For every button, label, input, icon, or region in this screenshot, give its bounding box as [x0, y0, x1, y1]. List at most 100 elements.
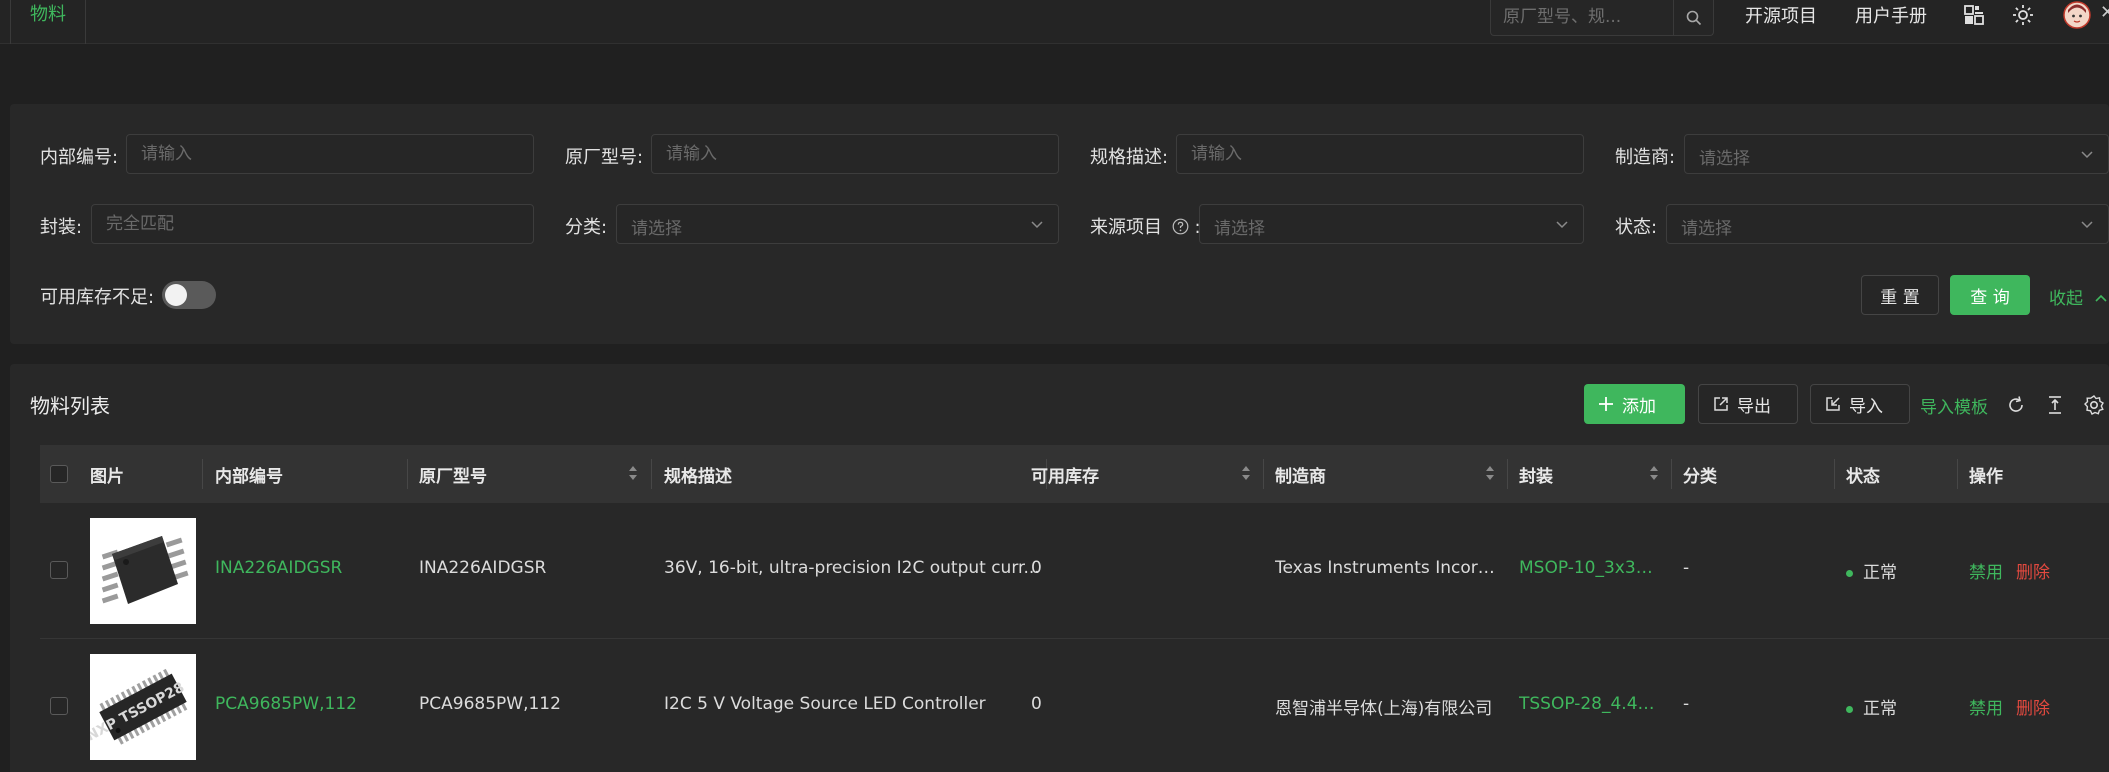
column-divider	[202, 459, 203, 489]
manufacturer-select[interactable]: 请选择	[1684, 134, 2109, 174]
manufacturer-placeholder: 请选择	[1699, 149, 1750, 169]
source-project-select[interactable]: 请选择	[1199, 204, 1584, 244]
plus-icon	[1599, 397, 1613, 411]
row-checkbox[interactable]	[50, 561, 68, 579]
chevron-down-icon	[2081, 151, 2093, 159]
status-dot	[1846, 705, 1853, 713]
category-select[interactable]: 请选择	[616, 204, 1059, 244]
status-text: 正常	[1863, 699, 1897, 719]
part-image[interactable]: NXP TSSOP28	[84, 654, 196, 760]
sort-icon[interactable]	[1649, 464, 1659, 482]
tab-materials[interactable]: 物料	[10, 0, 86, 44]
column-divider	[407, 459, 408, 489]
sort-icon[interactable]	[1485, 464, 1495, 482]
mfr-part-label: 原厂型号:	[565, 147, 644, 168]
source-project-placeholder: 请选择	[1214, 219, 1265, 239]
category-placeholder: 请选择	[631, 219, 682, 239]
status-placeholder: 请选择	[1681, 219, 1732, 239]
th-spec: 规格描述	[664, 467, 732, 487]
status-select[interactable]: 请选择	[1666, 204, 2109, 244]
sun-icon[interactable]	[2011, 3, 2035, 27]
mfr-part-cell: PCA9685PW,112	[419, 694, 561, 714]
disable-button[interactable]: 禁用	[1969, 558, 2003, 583]
search-button[interactable]	[1673, 0, 1713, 35]
select-all-checkbox[interactable]	[50, 465, 68, 483]
category-cell: -	[1683, 694, 1690, 714]
disable-button[interactable]: 禁用	[1969, 694, 2003, 719]
top-bar: 物料 开源项目 用户手册 ✕	[0, 0, 2109, 44]
close-icon[interactable]: ✕	[2100, 2, 2109, 23]
gear-icon[interactable]	[2083, 394, 2105, 416]
package-link[interactable]: MSOP-10_3x3m...	[1519, 558, 1664, 578]
chevron-up-icon	[2095, 294, 2107, 302]
th-manufacturer: 制造商	[1275, 467, 1326, 487]
status-dot	[1846, 569, 1853, 577]
user-manual-link[interactable]: 用户手册	[1855, 2, 1927, 28]
table-row: NXP TSSOP28 PCA9685PW,112 PCA9685PW,112 …	[40, 639, 2109, 772]
chip-tssop-image: NXP TSSOP28	[84, 668, 188, 745]
table-header: 图片 内部编号 原厂型号 规格描述 可用库存 制造商 封装 分类 状态 操作	[40, 445, 2109, 503]
source-project-label: 来源项目 :	[1090, 213, 1201, 239]
export-icon	[1714, 397, 1728, 411]
reset-button[interactable]: 重 置	[1861, 275, 1939, 315]
manufacturer-cell: Texas Instruments Incorpor...	[1275, 558, 1501, 578]
collapse-link[interactable]: 收起	[2049, 284, 2108, 309]
column-divider	[1834, 459, 1835, 489]
th-actions: 操作	[1969, 467, 2003, 487]
global-search-input[interactable]	[1503, 5, 1663, 29]
help-icon[interactable]	[1172, 218, 1189, 235]
column-divider	[1263, 459, 1264, 489]
refresh-icon[interactable]	[2006, 395, 2026, 415]
import-template-link[interactable]: 导入模板	[1920, 393, 1988, 418]
source-project-label-text: 来源项目	[1090, 217, 1162, 238]
export-label: 导出	[1737, 396, 1771, 417]
internal-no-link[interactable]: INA226AIDGSR	[215, 558, 395, 578]
manufacturer-label: 制造商:	[1615, 147, 1676, 168]
package-link[interactable]: TSSOP-28_4.4x9....	[1519, 694, 1664, 714]
stock-cell: 0	[1031, 694, 1042, 714]
import-button[interactable]: 导入	[1810, 384, 1910, 424]
row-checkbox[interactable]	[50, 697, 68, 715]
internal-no-input[interactable]	[126, 134, 534, 174]
stock-cell: 0	[1031, 558, 1042, 578]
sort-icon[interactable]	[628, 464, 638, 482]
mfr-part-cell: INA226AIDGSR	[419, 558, 547, 578]
low-stock-label: 可用库存不足:	[40, 287, 155, 308]
manufacturer-cell: 恩智浦半导体(上海)有限公司	[1275, 699, 1493, 719]
status-label: 状态:	[1615, 217, 1658, 238]
chevron-down-icon	[1556, 221, 1568, 229]
internal-no-link[interactable]: PCA9685PW,112	[215, 694, 395, 714]
th-mfr-part: 原厂型号	[419, 467, 487, 487]
column-divider	[1671, 459, 1672, 489]
th-image: 图片	[90, 467, 124, 487]
search-icon	[1686, 10, 1701, 25]
query-button[interactable]: 查 询	[1950, 275, 2030, 315]
import-label: 导入	[1849, 396, 1883, 417]
category-label: 分类:	[565, 217, 608, 238]
column-height-icon[interactable]	[2045, 395, 2065, 415]
delete-button[interactable]: 删除	[2016, 558, 2050, 583]
column-divider	[1507, 459, 1508, 489]
package-label: 封装:	[40, 217, 83, 238]
sort-icon[interactable]	[1241, 464, 1251, 482]
category-cell: -	[1683, 558, 1690, 578]
part-image[interactable]	[90, 518, 196, 624]
th-category: 分类	[1683, 467, 1717, 487]
add-label: 添加	[1622, 396, 1656, 417]
layout-icon[interactable]	[1962, 3, 1986, 27]
delete-button[interactable]: 删除	[2016, 694, 2050, 719]
add-button[interactable]: 添加	[1584, 384, 1685, 424]
spec-input[interactable]	[1176, 134, 1584, 174]
low-stock-toggle[interactable]	[162, 281, 216, 309]
internal-no-label: 内部编号:	[40, 147, 119, 168]
avatar[interactable]	[2063, 1, 2091, 29]
chip-msop-image	[101, 536, 189, 604]
th-status: 状态	[1846, 467, 1880, 487]
chevron-down-icon	[1031, 221, 1043, 229]
open-source-link[interactable]: 开源项目	[1745, 2, 1817, 28]
export-button[interactable]: 导出	[1698, 384, 1798, 424]
th-package: 封装	[1519, 467, 1553, 487]
mfr-part-input[interactable]	[651, 134, 1059, 174]
list-title: 物料列表	[30, 394, 110, 418]
package-input[interactable]	[91, 204, 534, 244]
